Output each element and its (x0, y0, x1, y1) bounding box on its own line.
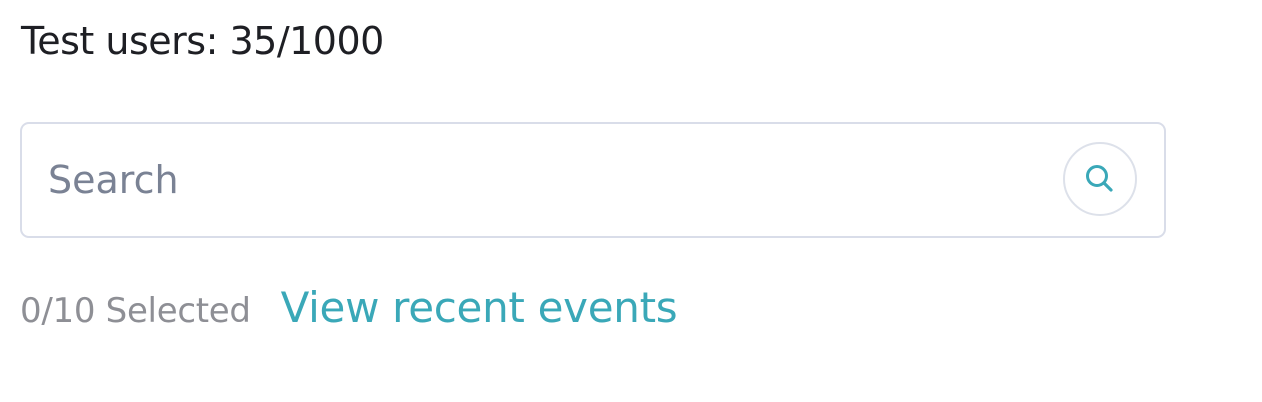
search-button[interactable] (1063, 142, 1137, 216)
search-box (20, 122, 1166, 238)
selection-row: 0/10 Selected View recent events (20, 283, 678, 335)
search-icon (1086, 165, 1113, 192)
search-input[interactable] (22, 124, 1042, 236)
view-recent-events-link[interactable]: View recent events (281, 283, 678, 332)
test-users-title: Test users: 35/1000 (21, 19, 384, 63)
selected-count: 0/10 Selected (20, 291, 251, 331)
